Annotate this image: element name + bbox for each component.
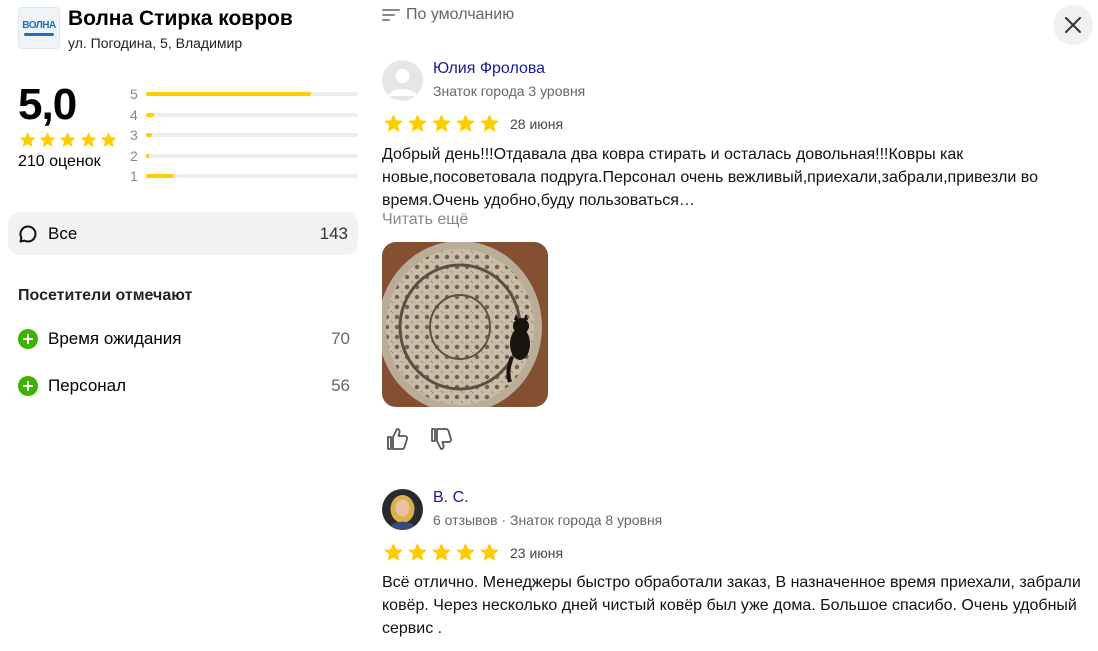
close-icon xyxy=(1065,17,1081,33)
aspects-title: Посетители отмечают xyxy=(18,287,193,304)
rating-bar-label: 5 xyxy=(130,86,138,103)
rating-distribution: 5 4 3 2 1 xyxy=(130,84,358,187)
rating-count: 210 оценок xyxy=(18,153,101,170)
star-icon xyxy=(100,132,117,148)
avatar[interactable] xyxy=(382,60,423,101)
aspect-count: 70 xyxy=(331,329,350,348)
logo-text: ВОЛНА xyxy=(22,20,56,31)
review-stars xyxy=(382,112,501,135)
default-avatar-icon xyxy=(382,60,423,101)
aspect-waiting-time[interactable]: Время ожидания 70 xyxy=(18,327,350,351)
star-icon xyxy=(384,114,403,132)
rating-bar-track xyxy=(146,133,358,138)
thumbs-down-icon[interactable] xyxy=(429,426,455,452)
review-rating: 23 июня xyxy=(382,541,563,564)
aspect-count: 56 xyxy=(331,376,350,395)
star-icon xyxy=(408,114,427,132)
rating-bar-label: 1 xyxy=(130,168,138,185)
review-author-meta: 6 отзывов · Знаток города 8 уровня xyxy=(433,512,663,528)
star-icon xyxy=(408,543,427,561)
star-icon xyxy=(456,114,475,132)
rating-bar-fill xyxy=(146,92,312,97)
user-photo-avatar xyxy=(382,489,423,530)
read-more-link[interactable]: Читать ещё xyxy=(382,211,468,229)
star-icon xyxy=(384,543,403,561)
rating-bar-row: 4 xyxy=(130,105,358,126)
review-stars xyxy=(382,541,501,564)
plus-circle-icon xyxy=(18,329,38,349)
rating-score: 5,0 210 оценок xyxy=(18,80,118,171)
review-photo[interactable] xyxy=(382,242,548,407)
close-button[interactable] xyxy=(1053,5,1093,45)
review-card: Юлия Фролова Знаток города 3 уровня 28 и… xyxy=(382,60,1082,460)
star-icon xyxy=(60,132,76,148)
rating-bar-fill xyxy=(146,174,174,179)
thumbs-up-icon[interactable] xyxy=(385,426,411,452)
sort-dropdown[interactable]: По умолчанию xyxy=(382,6,514,24)
sort-icon xyxy=(382,9,400,21)
rating-bar-track xyxy=(146,153,358,158)
rating-bar-track xyxy=(146,174,358,179)
speech-bubble-icon xyxy=(19,224,37,242)
filter-all-reviews[interactable]: Все 143 xyxy=(8,212,358,255)
star-icon xyxy=(432,543,451,561)
rating-bar-fill xyxy=(146,133,153,138)
star-icon xyxy=(39,132,56,148)
plus-circle-icon xyxy=(18,376,38,396)
review-date: 23 июня xyxy=(510,544,564,561)
review-author[interactable]: В. С. xyxy=(433,489,469,507)
star-icon xyxy=(480,114,499,132)
rating-bar-fill xyxy=(146,153,150,158)
review-author[interactable]: Юлия Фролова xyxy=(433,60,545,78)
star-icon xyxy=(19,132,36,148)
logo-wave xyxy=(24,33,54,36)
review-text: Всё отлично. Менеджеры быстро обработали… xyxy=(382,574,1081,637)
review-reactions xyxy=(385,426,455,452)
rating-bar-row: 1 xyxy=(130,166,358,187)
rating-bar-track xyxy=(146,112,358,117)
star-icon xyxy=(432,114,451,132)
aspect-label: Персонал xyxy=(48,376,127,395)
review-text: Добрый день!!!Отдавала два ковра стирать… xyxy=(382,146,1038,209)
organization-header: ВОЛНА Волна Стирка ковров ул. Погодина, … xyxy=(18,7,293,51)
filter-all-label: Все xyxy=(48,223,78,243)
rating-value: 5,0 xyxy=(18,80,77,129)
rating-bar-label: 4 xyxy=(130,106,138,123)
review-date: 28 июня xyxy=(510,115,564,132)
carpet-photo-image xyxy=(382,242,548,407)
rating-bar-row: 5 xyxy=(130,84,358,105)
rating-summary-panel: ВОЛНА Волна Стирка ковров ул. Погодина, … xyxy=(0,0,370,651)
review-rating: 28 июня xyxy=(382,112,563,135)
organization-name[interactable]: Волна Стирка ковров xyxy=(68,7,293,31)
avatar[interactable] xyxy=(382,489,423,530)
review-author-meta: Знаток города 3 уровня xyxy=(433,83,586,99)
star-icon xyxy=(80,132,97,148)
rating-bar-label: 3 xyxy=(130,127,138,144)
sort-label: По умолчанию xyxy=(406,6,515,23)
review-card: В. С. 6 отзывов · Знаток города 8 уровня… xyxy=(382,489,1082,649)
star-icon xyxy=(456,543,475,561)
reviews-page: ВОЛНА Волна Стирка ковров ул. Погодина, … xyxy=(0,0,1098,651)
aspect-staff[interactable]: Персонал 56 xyxy=(18,374,350,398)
rating-bar-fill xyxy=(146,112,155,117)
rating-stars xyxy=(18,130,118,150)
rating-bar-row: 2 xyxy=(130,146,358,167)
rating-bar-label: 2 xyxy=(130,147,138,164)
organization-logo: ВОЛНА xyxy=(18,7,60,49)
aspect-label: Время ожидания xyxy=(48,329,182,348)
rating-bar-track xyxy=(146,92,358,97)
filter-all-count: 143 xyxy=(319,223,348,243)
rating-bar-row: 3 xyxy=(130,125,358,146)
star-icon xyxy=(480,543,499,561)
organization-address: ул. Погодина, 5, Владимир xyxy=(68,35,243,51)
